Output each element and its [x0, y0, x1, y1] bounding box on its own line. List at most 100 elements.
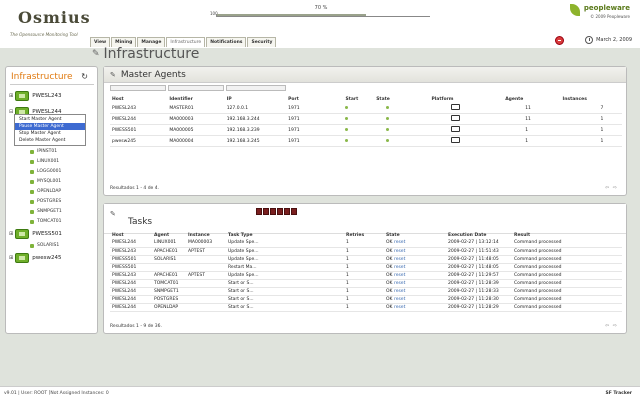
column-header[interactable]: Execution Date — [446, 231, 512, 239]
column-header[interactable]: Port — [286, 95, 343, 103]
tasks-panel: ✎ Tasks Host Agent Instance Task Type Retrie… — [103, 203, 627, 334]
page-title-text: Infrastructure — [103, 46, 200, 62]
column-header[interactable]: Retries — [344, 231, 384, 239]
sidebar-host-item[interactable]: ⊞ PWESL243 — [9, 91, 62, 101]
filter-host-input[interactable] — [110, 85, 166, 91]
filter-button[interactable] — [284, 208, 290, 215]
column-header[interactable]: Start — [343, 95, 374, 103]
table-row[interactable]: PWESL243 APACHE01 APTEST Update Spe... 1 OK r… — [110, 247, 622, 255]
table-row[interactable]: pwesw245 MA000004 192.168.3.245 1971 1 1 — [110, 136, 622, 147]
tab-security[interactable]: Security — [247, 37, 277, 47]
column-header[interactable]: Result — [512, 231, 622, 239]
context-menu-item[interactable]: Delete Master Agent — [15, 137, 85, 144]
status-left: v9.01 | User: ROOT [Not Assigned Instanc… — [4, 391, 109, 396]
result-cell: Command processed — [514, 240, 562, 246]
execution-date-cell: 2009-02-27 | 11:28:33 — [448, 288, 499, 294]
sidebar-agent-item[interactable]: OPENLDAP — [30, 189, 61, 194]
column-header[interactable]: Agent — [152, 231, 186, 239]
sidebar-agent-item[interactable]: SOLARIS1 — [30, 243, 59, 248]
state-cell: OK reset — [384, 255, 446, 263]
reset-link[interactable]: reset — [394, 257, 405, 262]
status-right[interactable]: SF Tracker — [605, 391, 632, 396]
column-header[interactable]: Agente — [503, 95, 560, 103]
filter-ip-input[interactable] — [226, 85, 286, 91]
platform-icon[interactable] — [451, 104, 461, 110]
column-header[interactable]: IP — [225, 95, 286, 103]
reset-link[interactable]: reset — [394, 297, 405, 302]
sidebar-agent-item[interactable]: IPINST01 — [30, 149, 57, 154]
ip-cell: 192.168.3.245 — [226, 138, 260, 144]
sidebar-agent-label: OPENLDAP — [37, 189, 62, 194]
platform-icon[interactable] — [451, 126, 461, 132]
context-menu-item[interactable]: Pause Master Agent — [15, 123, 85, 130]
column-header[interactable]: Instances — [561, 95, 622, 103]
sidebar-agent-item[interactable]: LINUX001 — [30, 159, 59, 164]
osmius-logo[interactable]: Osmius The Opensource Monitoring Tool — [8, 6, 90, 42]
table-row[interactable]: PWESL244 OPENLDAP Start or S... 1 OK reset 20… — [110, 303, 622, 311]
start-status-icon[interactable] — [345, 105, 349, 109]
table-row[interactable]: PWESL243 MASTER01 127.0.0.1 1971 11 7 — [110, 103, 622, 114]
sidebar-agent-item[interactable]: POSTGRES — [30, 199, 61, 204]
sidebar-agent-item[interactable]: SNMPGET1 — [30, 209, 62, 214]
expand-icon[interactable]: ⊞ — [9, 255, 13, 261]
expand-icon[interactable]: ⊞ — [9, 93, 13, 99]
collapse-icon[interactable]: ⊟ — [9, 109, 13, 115]
reset-link[interactable]: reset — [394, 273, 405, 278]
column-header[interactable]: Host — [110, 231, 152, 239]
start-status-icon[interactable] — [345, 127, 349, 131]
column-header[interactable]: State — [384, 231, 446, 239]
refresh-icon[interactable]: ↻ — [81, 72, 88, 81]
reset-link[interactable]: reset — [394, 265, 405, 270]
alert-icon[interactable] — [555, 36, 564, 45]
tab-notifications[interactable]: Notifications — [206, 37, 247, 47]
table-row[interactable]: PWESS501 MA000005 192.168.3.239 1971 1 1 — [110, 125, 622, 136]
sidebar-agent-item[interactable]: LOGG0001 — [30, 169, 61, 174]
context-menu-item[interactable]: Stop Master Agent — [15, 130, 85, 137]
column-header[interactable]: Identifier — [167, 95, 224, 103]
reset-link[interactable]: reset — [394, 240, 405, 245]
table-row[interactable]: PWESL244 SNMPGET1 Start or S... 1 OK reset 20… — [110, 287, 622, 295]
platform-icon[interactable] — [451, 137, 461, 143]
master-agents-pager[interactable]: ⇦ ⇨ — [605, 185, 618, 191]
sidebar-agent-label: SOLARIS1 — [37, 243, 60, 248]
tasks-pager[interactable]: ⇦ ⇨ — [605, 323, 618, 329]
reset-link[interactable]: reset — [394, 305, 405, 310]
reset-link[interactable]: reset — [394, 281, 405, 286]
tasks-footer: Resultados 1 - 9 de 36. — [110, 324, 162, 329]
table-row[interactable]: PWESL243 APACHE01 APTEST Update Spe... 1 OK r… — [110, 271, 622, 279]
filter-button[interactable] — [270, 208, 276, 215]
filter-button[interactable] — [263, 208, 269, 215]
table-row[interactable]: PWESL244 POSTGRES Start or S... 1 OK reset 20… — [110, 295, 622, 303]
reset-link[interactable]: reset — [394, 249, 405, 254]
state-ok-label: OK — [386, 304, 393, 310]
start-status-icon[interactable] — [345, 116, 349, 120]
host-cell: PWESL244 — [112, 280, 136, 286]
task-type-cell: Update Spe... — [228, 272, 259, 278]
instance-cell: APTEST — [188, 248, 205, 254]
filter-button[interactable] — [277, 208, 283, 215]
column-header[interactable]: State — [374, 95, 429, 103]
table-row[interactable]: PWESS501 Restart Ma... 1 OK reset 2009-02-27… — [110, 263, 622, 271]
state-ok-label: OK — [386, 240, 393, 246]
table-row[interactable]: PWESS501 SOLARIS1 Update Spe... 1 OK reset 20… — [110, 255, 622, 263]
column-header[interactable]: Instance — [186, 231, 226, 239]
expand-icon[interactable]: ⊞ — [9, 231, 13, 237]
column-header[interactable]: Platform — [429, 95, 503, 103]
column-header[interactable]: Host — [110, 95, 167, 103]
filter-button[interactable] — [291, 208, 297, 215]
sidebar-agent-item[interactable]: TOMCAT01 — [30, 219, 62, 224]
sidebar-host-item[interactable]: ⊞ pwesw245 — [9, 253, 61, 263]
sidebar-host-item[interactable]: ⊞ PWESS501 — [9, 229, 62, 239]
table-row[interactable]: PWESL244 TOMCAT01 Start or S... 1 OK reset 20… — [110, 279, 622, 287]
sidebar-agent-item[interactable]: MYSQL001 — [30, 179, 61, 184]
state-status-icon — [386, 138, 390, 142]
platform-icon[interactable] — [451, 115, 461, 121]
table-row[interactable]: PWESL244 MA000003 192.168.3.244 1971 11 1 — [110, 114, 622, 125]
filter-button[interactable] — [256, 208, 262, 215]
column-header[interactable]: Task Type — [226, 231, 344, 239]
table-row[interactable]: PWESL244 LINUX001 MA000003 Update Spe... 1 OK… — [110, 239, 622, 247]
start-status-icon[interactable] — [345, 138, 349, 142]
reset-link[interactable]: reset — [394, 289, 405, 294]
context-menu-item[interactable]: Start Master Agent — [15, 116, 85, 123]
filter-identifier-input[interactable] — [168, 85, 224, 91]
